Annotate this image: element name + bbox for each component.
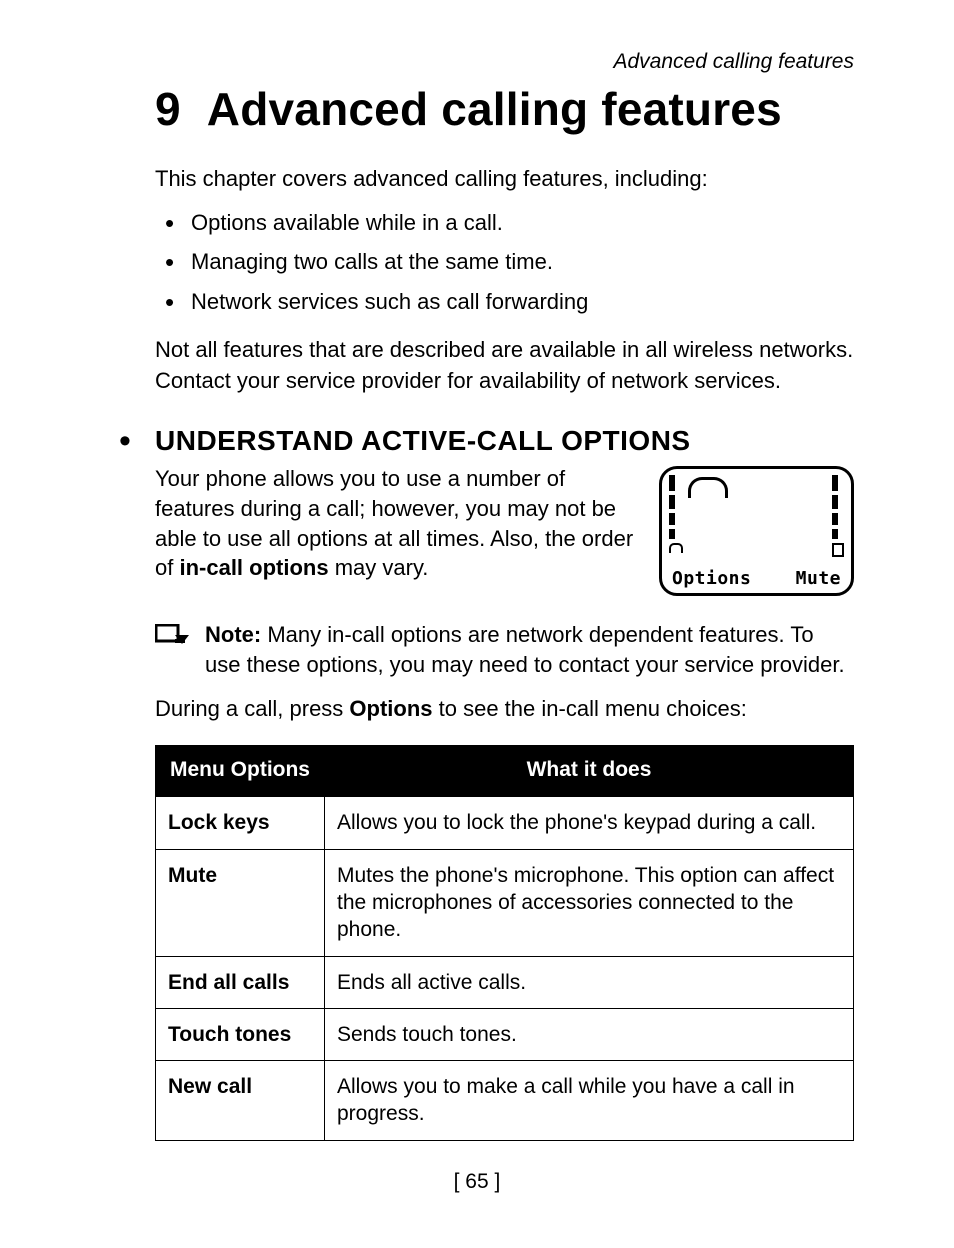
option-name: New call — [156, 1061, 325, 1141]
page-number: [ 65 ] — [0, 1170, 954, 1194]
intro-text: This chapter covers advanced calling fea… — [155, 164, 854, 194]
softkey-left: Options — [672, 568, 751, 589]
section-heading-row: • UNDERSTAND ACTIVE-CALL OPTIONS — [119, 424, 854, 458]
note-text: Note: Many in-call options are network d… — [205, 620, 854, 679]
text-span: During a call, press — [155, 696, 349, 721]
chapter-title: 9 Advanced calling features — [155, 82, 854, 136]
press-options-line: During a call, press Options to see the … — [155, 694, 854, 724]
section-body: Your phone allows you to use a number of… — [155, 464, 854, 596]
note-label: Note: — [205, 622, 261, 647]
text-span: to see the in-call menu choices: — [433, 696, 747, 721]
option-desc: Mutes the phone's microphone. This optio… — [325, 849, 854, 956]
option-name: Touch tones — [156, 1008, 325, 1060]
options-table: Menu Options What it does Lock keys Allo… — [155, 745, 854, 1140]
table-row: Mute Mutes the phone's microphone. This … — [156, 849, 854, 956]
bullet-icon: • — [119, 424, 155, 458]
option-desc: Ends all active calls. — [325, 956, 854, 1008]
option-desc: Allows you to make a call while you have… — [325, 1061, 854, 1141]
chapter-name: Advanced calling features — [207, 83, 782, 135]
list-item: Managing two calls at the same time. — [191, 247, 854, 277]
option-desc: Sends touch tones. — [325, 1008, 854, 1060]
section-heading: UNDERSTAND ACTIVE-CALL OPTIONS — [155, 425, 691, 457]
signal-bars-icon — [669, 475, 681, 553]
antenna-icon — [669, 543, 683, 553]
col-header-desc: What it does — [325, 746, 854, 797]
option-desc: Allows you to lock the phone's keypad du… — [325, 797, 854, 849]
table-row: Lock keys Allows you to lock the phone's… — [156, 797, 854, 849]
table-row: New call Allows you to make a call while… — [156, 1061, 854, 1141]
option-name: End all calls — [156, 956, 325, 1008]
softkey-right: Mute — [796, 568, 841, 589]
col-header-option: Menu Options — [156, 746, 325, 797]
text-span: may vary. — [329, 555, 429, 580]
table-row: Touch tones Sends touch tones. — [156, 1008, 854, 1060]
running-head: Advanced calling features — [155, 50, 854, 74]
section-paragraph: Your phone allows you to use a number of… — [155, 464, 641, 583]
bold-span: Options — [349, 696, 432, 721]
bold-span: in-call options — [179, 555, 328, 580]
list-item: Network services such as call forwarding — [191, 287, 854, 317]
phone-screen-illustration: Options Mute — [659, 466, 854, 596]
page: Advanced calling features 9 Advanced call… — [0, 0, 954, 1248]
chapter-number: 9 — [155, 82, 181, 136]
list-item: Options available while in a call. — [191, 208, 854, 238]
note-arrow-icon — [155, 624, 189, 679]
table-header-row: Menu Options What it does — [156, 746, 854, 797]
intro-bullets: Options available while in a call. Manag… — [155, 208, 854, 317]
battery-icon — [832, 543, 844, 557]
option-name: Mute — [156, 849, 325, 956]
availability-note: Not all features that are described are … — [155, 335, 854, 397]
note-block: Note: Many in-call options are network d… — [155, 620, 854, 679]
table-row: End all calls Ends all active calls. — [156, 956, 854, 1008]
battery-bars-icon — [832, 475, 844, 557]
handset-icon — [688, 477, 728, 498]
option-name: Lock keys — [156, 797, 325, 849]
note-body: Many in-call options are network depende… — [205, 622, 845, 677]
softkey-row: Options Mute — [672, 568, 841, 589]
